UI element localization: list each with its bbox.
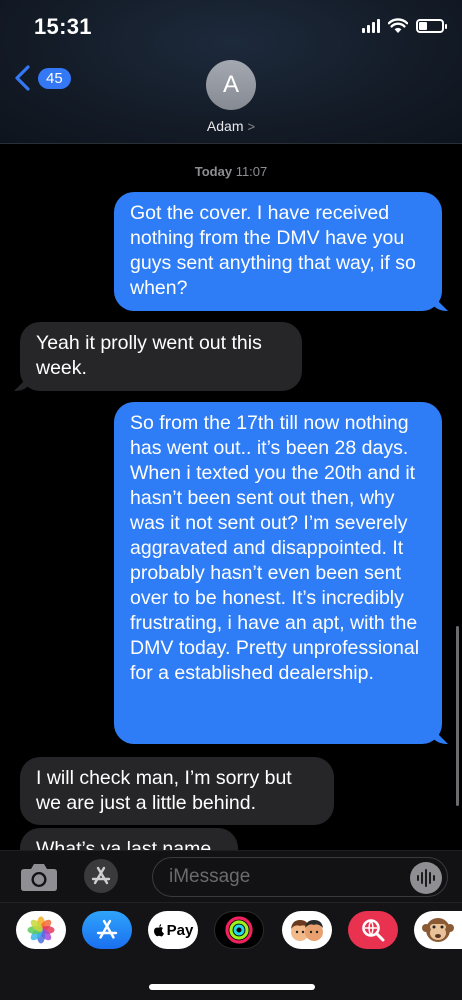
received-message-bubble[interactable]: Yeah it prolly went out this week. [20,322,302,391]
animoji-monkey-icon[interactable] [414,911,462,949]
scroll-indicator[interactable] [456,626,459,806]
apple-logo-icon [153,924,164,937]
audio-message-button[interactable] [410,862,442,894]
web-search-icon[interactable] [348,911,398,949]
activity-icon[interactable] [214,911,264,949]
camera-icon[interactable] [18,861,60,893]
app-store-icon[interactable] [82,911,132,949]
app-store-icon [91,866,111,885]
apple-pay-label: Pay [166,921,194,939]
timestamp-day: Today [194,164,233,179]
compose-bar [0,850,462,902]
memoji-icon[interactable] [282,911,332,949]
received-message-bubble[interactable]: What’s ya last name [20,828,238,850]
photos-icon[interactable] [16,911,66,949]
message-thread[interactable]: Today 11:07 Got the cover. I have receiv… [0,144,462,850]
status-time: 15:31 [34,14,92,39]
app-store-toggle-button[interactable] [84,859,118,893]
battery-icon [416,19,447,33]
timestamp-time: 11:07 [235,164,268,179]
conversation-header: 15:31 45 A Adam > [0,0,462,144]
chevron-right-icon: > [247,118,256,134]
waveform-icon [417,869,435,887]
home-indicator[interactable] [149,984,315,990]
received-message-bubble[interactable]: I will check man, I’m sorry but we are j… [20,757,334,825]
message-timestamp: Today 11:07 [0,164,462,179]
contact-name: Adam [206,118,244,134]
message-input[interactable] [152,857,448,897]
sent-message-bubble[interactable]: So from the 17th till now nothing has we… [114,402,442,744]
contact-info-button[interactable]: A Adam > [0,60,462,134]
sent-message-bubble[interactable]: Got the cover. I have received nothing f… [114,192,442,311]
status-icons [362,18,447,34]
contact-name-row: Adam > [207,118,255,134]
wifi-icon [388,18,408,33]
cellular-signal-icon [362,19,380,33]
avatar: A [206,60,256,110]
apple-pay-icon[interactable]: Pay [148,911,198,949]
